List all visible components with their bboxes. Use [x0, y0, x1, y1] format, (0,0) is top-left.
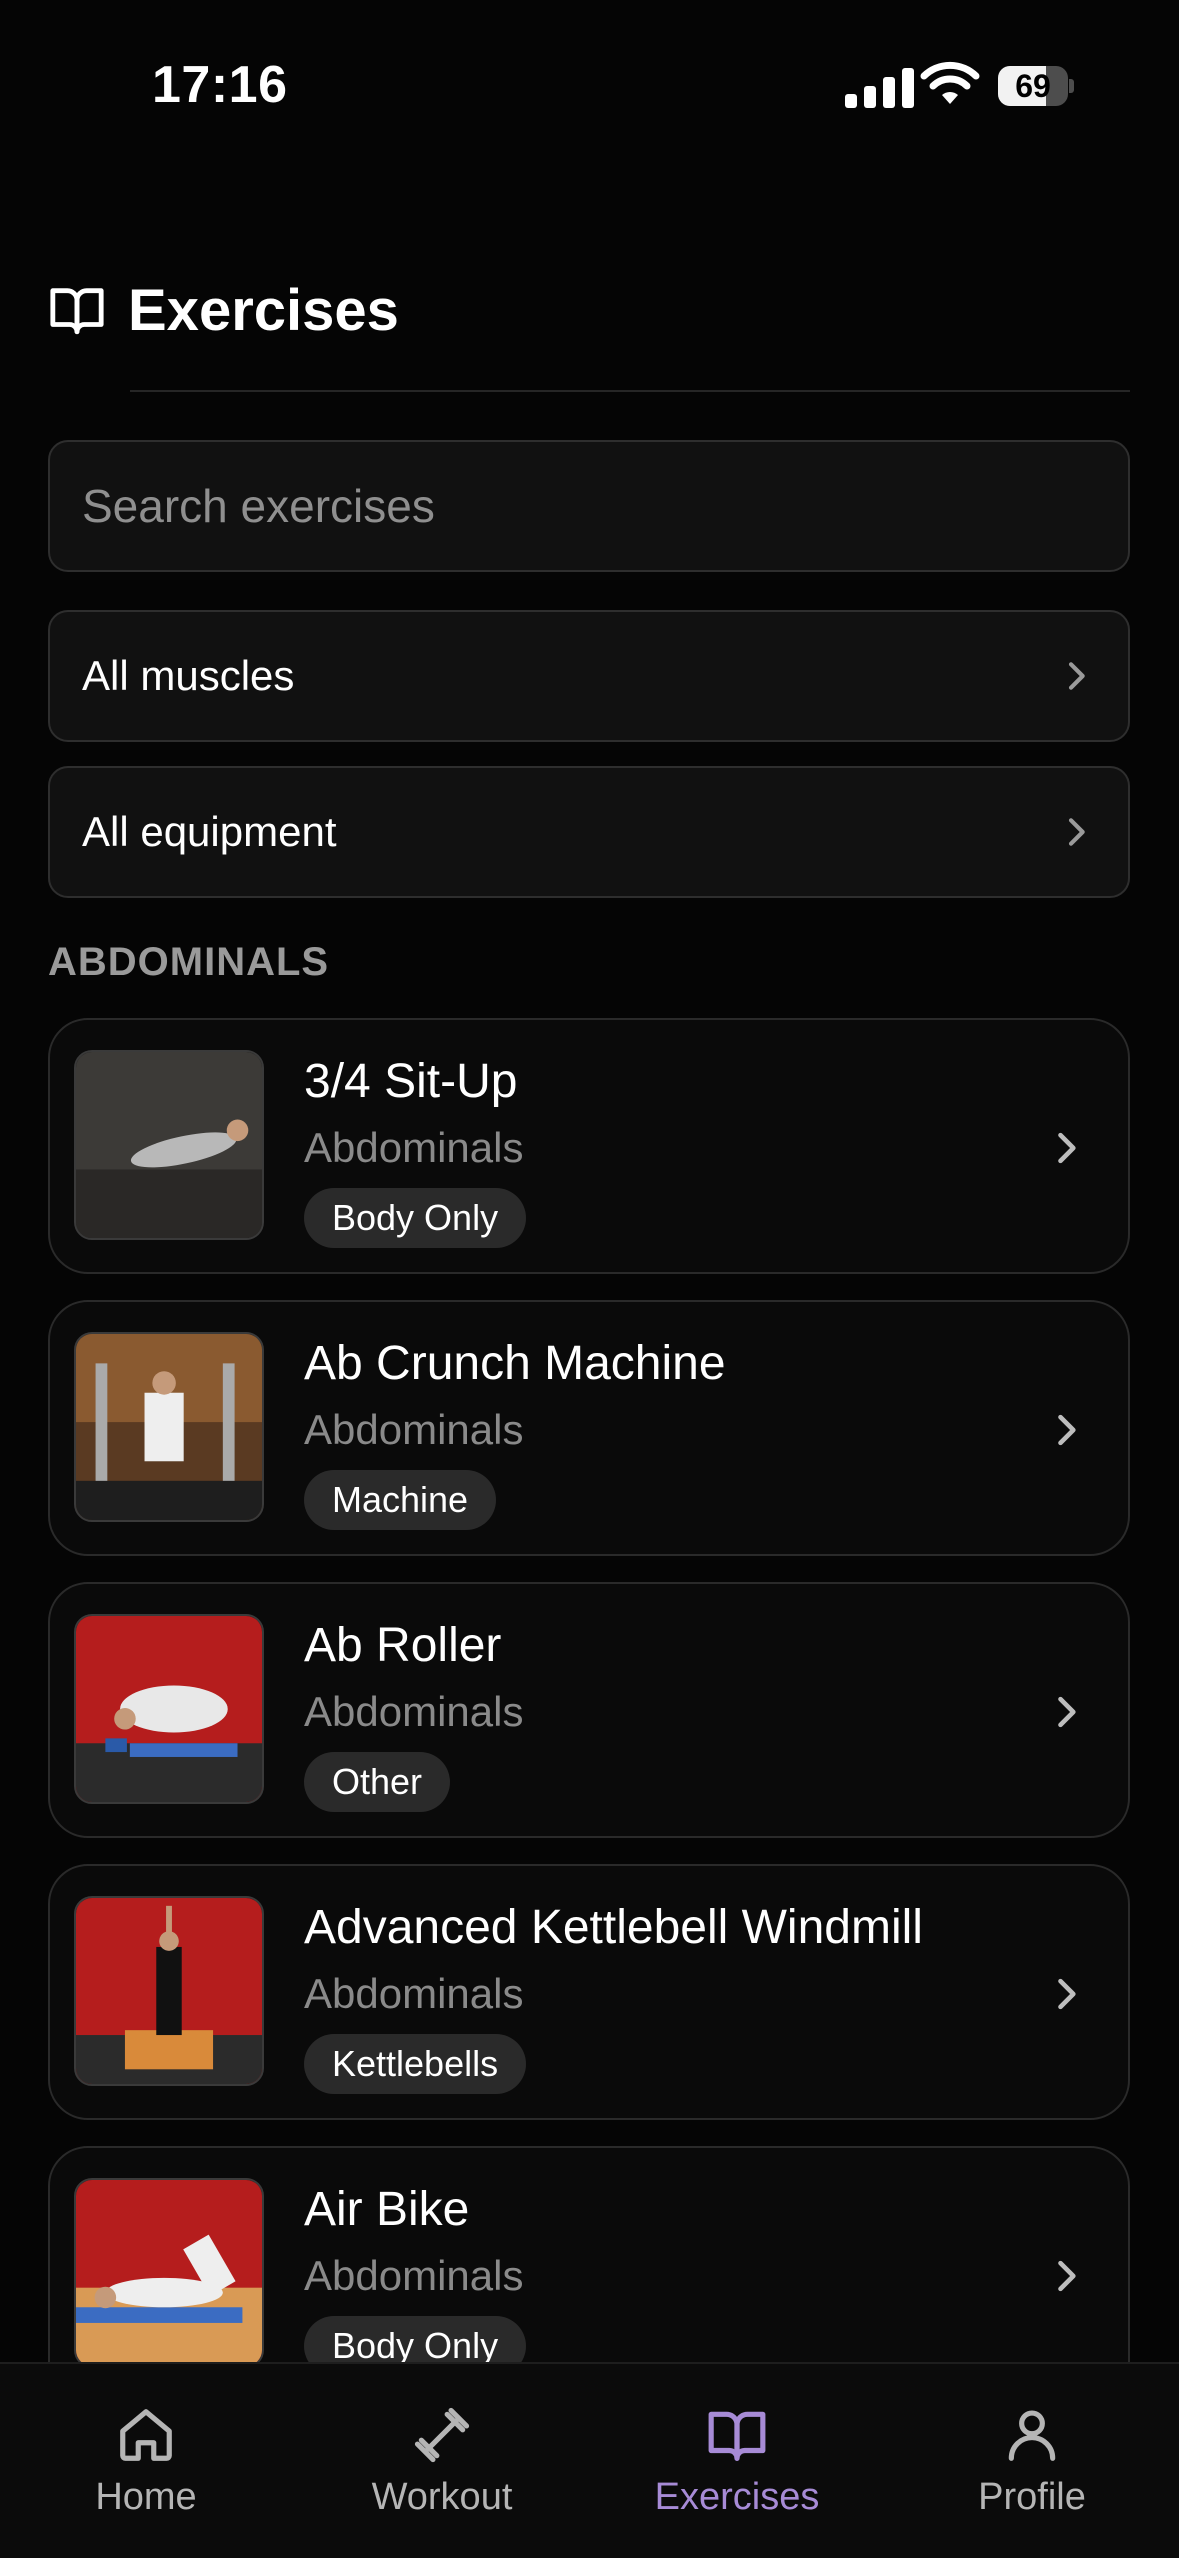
page-header: Exercises	[48, 270, 399, 350]
muscle-filter-label: All muscles	[82, 652, 295, 699]
equipment-filter-label: All equipment	[82, 808, 337, 855]
wifi-icon	[920, 61, 980, 104]
exercise-muscle: Abdominals	[304, 1406, 524, 1453]
user-icon	[1008, 2410, 1056, 2461]
exercise-muscle: Abdominals	[304, 1688, 524, 1735]
exercise-card[interactable]: Ab Roller Abdominals Other	[48, 1582, 1130, 1838]
chevron-right-icon	[1058, 1414, 1076, 1446]
search-box	[48, 440, 1130, 572]
search-input[interactable]	[50, 442, 1128, 570]
cellular-signal-icon	[845, 66, 914, 108]
chevron-right-icon	[1068, 662, 1085, 690]
tab-label: Exercises	[654, 2476, 820, 2518]
exercise-thumbnail	[74, 1332, 264, 1522]
chevron-right-icon	[1058, 1132, 1076, 1164]
chevron-right-icon	[1058, 1978, 1076, 2010]
book-open-icon	[708, 2411, 766, 2461]
exercise-thumbnail	[74, 1896, 264, 2086]
tab-home[interactable]: Home	[26, 2404, 266, 2519]
exercise-thumbnail	[74, 2178, 264, 2368]
exercise-name: Ab Crunch Machine	[304, 1337, 726, 1390]
tab-label: Profile	[978, 2476, 1086, 2518]
tab-workout[interactable]: Workout	[322, 2404, 562, 2519]
exercise-name: Ab Roller	[304, 1619, 502, 1672]
status-time: 17:16	[152, 56, 288, 114]
chevron-right-icon	[1058, 2260, 1076, 2292]
battery-icon: 69	[998, 66, 1074, 106]
equipment-badge: Other	[304, 1752, 451, 1812]
header-divider	[130, 390, 1130, 392]
battery-level: 69	[1015, 68, 1051, 104]
home-icon	[120, 2409, 172, 2461]
muscle-filter-button[interactable]: All muscles	[48, 610, 1130, 742]
status-bar: 17:16 69	[0, 0, 1179, 170]
tab-profile[interactable]: Profile	[912, 2404, 1152, 2519]
section-title: ABDOMINALS	[48, 940, 330, 984]
chevron-right-icon	[1058, 1696, 1076, 1728]
exercise-card[interactable]: Ab Crunch Machine Abdominals Machine	[48, 1300, 1130, 1556]
tab-label: Home	[95, 2476, 197, 2518]
exercise-name: Advanced Kettlebell Windmill	[304, 1901, 923, 1954]
exercise-muscle: Abdominals	[304, 1124, 524, 1171]
page-title: Exercises	[128, 277, 399, 343]
exercise-name: 3/4 Sit-Up	[304, 1055, 518, 1108]
book-open-icon	[50, 288, 104, 335]
exercise-muscle: Abdominals	[304, 2252, 524, 2299]
equipment-badge: Body Only	[304, 1188, 527, 1248]
exercise-thumbnail	[74, 1614, 264, 1804]
dumbbell-icon	[414, 2407, 470, 2463]
exercise-thumbnail	[74, 1050, 264, 1240]
exercise-muscle: Abdominals	[304, 1970, 524, 2017]
equipment-badge: Kettlebells	[304, 2034, 527, 2094]
exercise-card[interactable]: Advanced Kettlebell Windmill Abdominals …	[48, 1864, 1130, 2120]
exercise-card[interactable]: 3/4 Sit-Up Abdominals Body Only	[48, 1018, 1130, 1274]
chevron-right-icon	[1068, 818, 1085, 846]
exercise-name: Air Bike	[304, 2183, 470, 2236]
equipment-filter-button[interactable]: All equipment	[48, 766, 1130, 898]
equipment-badge: Machine	[304, 1470, 497, 1530]
tab-bar: Home Workout Exercises Profile	[0, 2362, 1179, 2558]
tab-exercises[interactable]: Exercises	[617, 2404, 857, 2519]
tab-label: Workout	[371, 2476, 513, 2518]
